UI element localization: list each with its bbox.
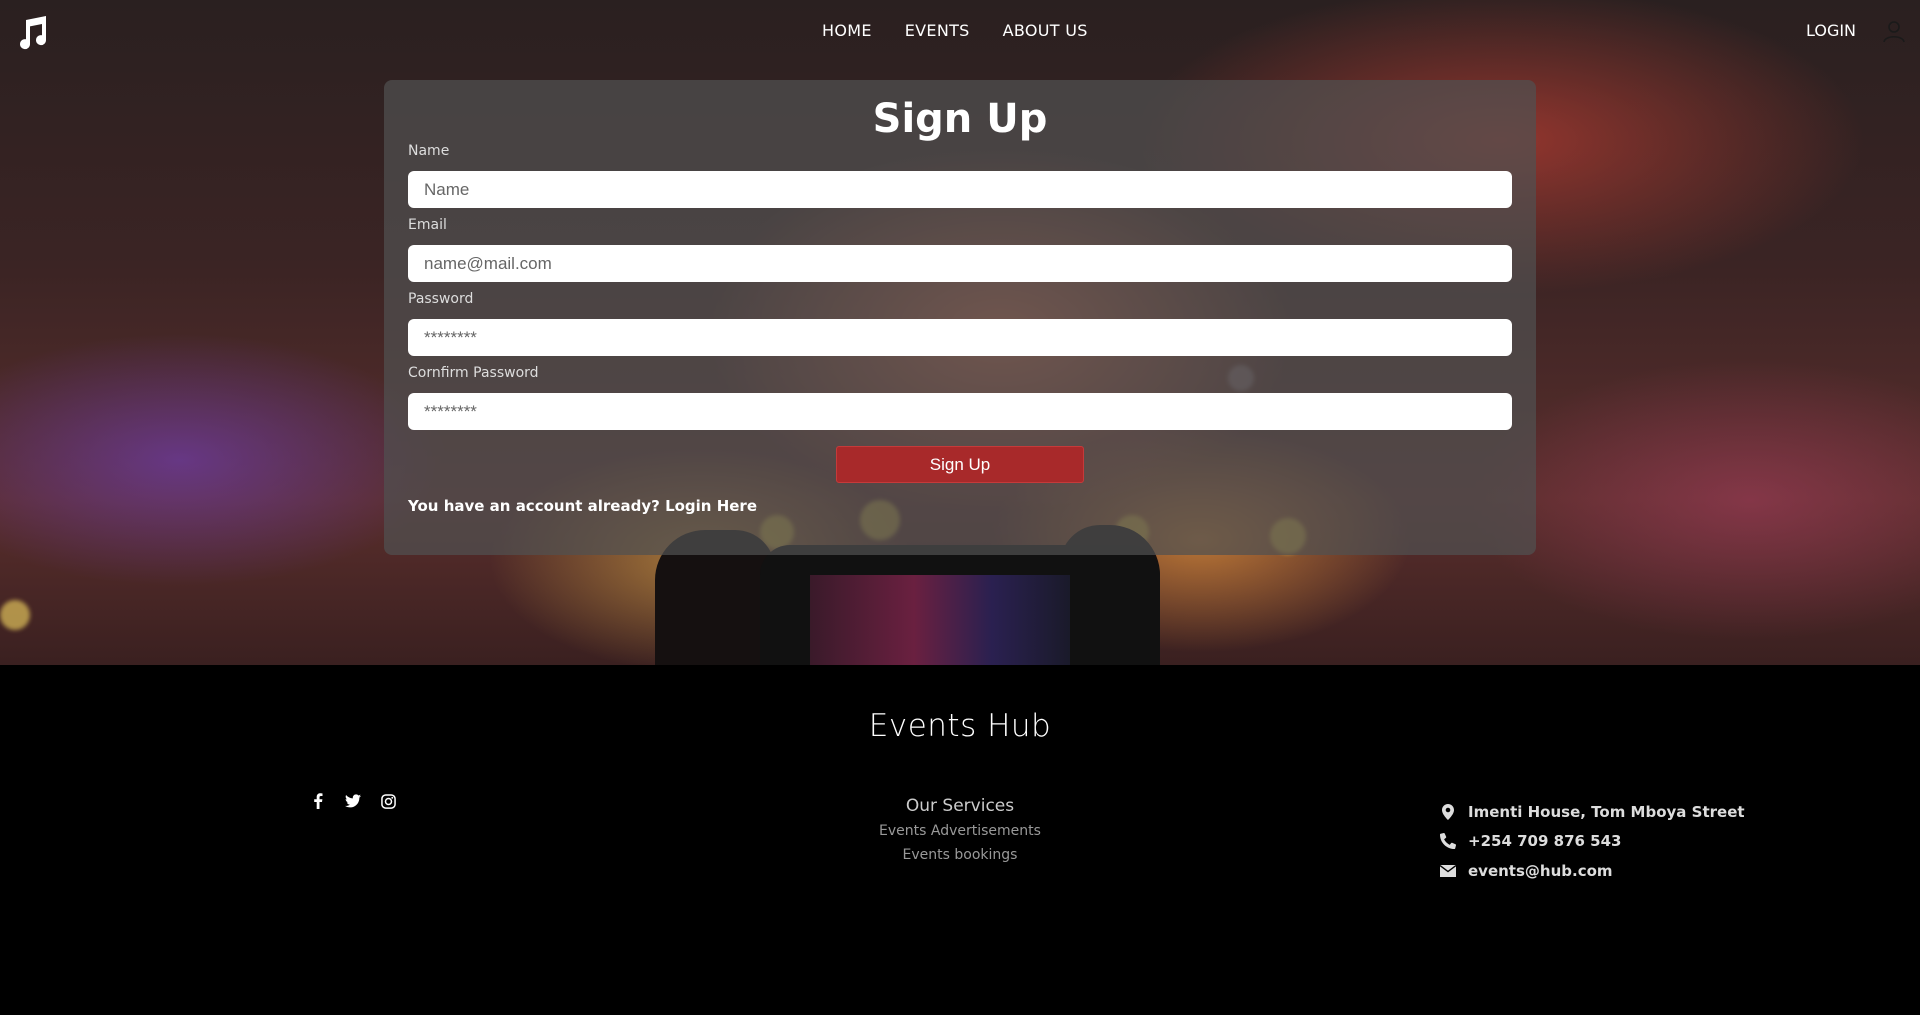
signup-card [384, 80, 1536, 555]
nav-login-link[interactable]: LOGIN [1806, 21, 1856, 40]
password-label: Password [408, 291, 474, 307]
signup-submit-button[interactable]: Sign Up [836, 446, 1084, 483]
phone-icon [1440, 833, 1456, 849]
stage-light [0, 600, 30, 630]
email-label: Email [408, 217, 447, 233]
service-advertisements-link[interactable]: Events Advertisements [0, 823, 1920, 839]
account-prompt: You have an account already? Login Here [408, 497, 757, 515]
confirm-password-input[interactable] [408, 393, 1512, 430]
nav-links: HOME EVENTS ABOUT US [822, 21, 1088, 40]
email-input[interactable] [408, 245, 1512, 282]
phone-text[interactable]: +254 709 876 543 [1468, 832, 1621, 850]
password-input[interactable] [408, 319, 1512, 356]
name-input[interactable] [408, 171, 1512, 208]
address-text: Imenti House, Tom Mboya Street [1468, 803, 1745, 821]
confirm-password-label: Cornfirm Password [408, 365, 539, 381]
contact-email: events@hub.com [1440, 862, 1613, 880]
nav-home-link[interactable]: HOME [822, 21, 872, 40]
phone-screen [810, 575, 1070, 665]
contact-phone: +254 709 876 543 [1440, 832, 1621, 850]
signup-title: Sign Up [872, 96, 1048, 142]
top-nav: HOME EVENTS ABOUT US LOGIN [0, 0, 1920, 62]
login-here-link[interactable]: Login Here [665, 497, 757, 515]
user-icon[interactable] [1882, 19, 1906, 43]
contact-address: Imenti House, Tom Mboya Street [1440, 803, 1745, 821]
account-prompt-text: You have an account already? [408, 497, 660, 515]
music-note-icon[interactable] [14, 14, 50, 50]
map-marker-icon [1440, 804, 1456, 820]
footer-brand: Events Hub [868, 708, 1052, 744]
envelope-icon [1440, 863, 1456, 879]
nav-about-link[interactable]: ABOUT US [1003, 21, 1088, 40]
name-label: Name [408, 143, 450, 159]
nav-events-link[interactable]: EVENTS [905, 21, 970, 40]
service-bookings-link[interactable]: Events bookings [0, 847, 1920, 863]
email-text[interactable]: events@hub.com [1468, 862, 1613, 880]
